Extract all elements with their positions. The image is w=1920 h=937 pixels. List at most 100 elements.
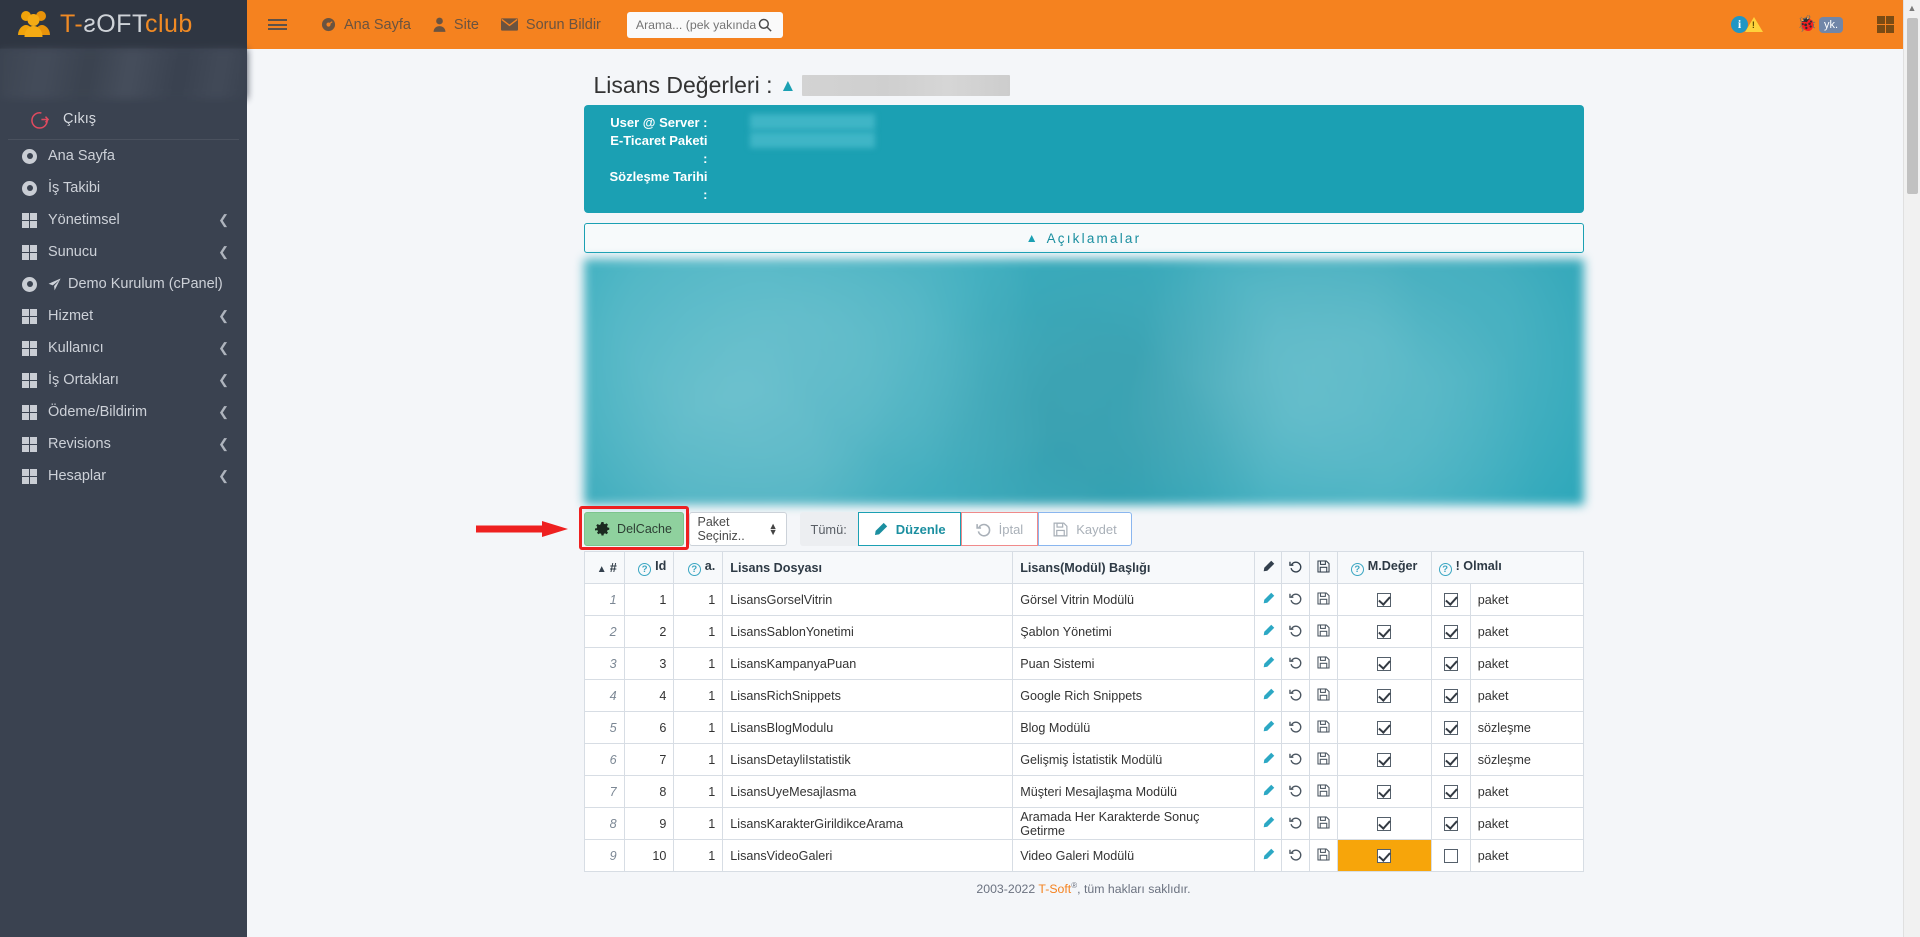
help-icon[interactable]: ? [1350, 563, 1364, 576]
olmali-checkbox[interactable] [1443, 816, 1458, 831]
row-edit-button[interactable] [1253, 743, 1283, 776]
row-save-button[interactable] [1309, 583, 1338, 616]
mdeger-checkbox[interactable] [1377, 784, 1392, 799]
table-row[interactable]: 6 7 1 LisansDetayliIstatistik Gelişmiş İstat… [583, 743, 1584, 776]
row-save-button[interactable] [1309, 775, 1338, 808]
mdeger-checkbox[interactable] [1377, 624, 1392, 639]
top-link-sorun-bildir[interactable]: Sorun Bildir [500, 17, 601, 33]
row-edit-button[interactable] [1253, 807, 1283, 840]
pencil-icon[interactable] [1262, 816, 1275, 832]
sidebar-item-y-netimsel[interactable]: Yönetimsel ❮ [0, 204, 247, 236]
row-undo-button[interactable] [1281, 839, 1311, 872]
olmali-checkbox[interactable] [1443, 784, 1458, 799]
scrollbar-thumb[interactable] [1907, 18, 1918, 194]
row-undo-button[interactable] [1281, 711, 1311, 744]
search-icon[interactable] [758, 18, 772, 32]
table-row[interactable]: 9 10 1 LisansVideoGaleri Video Galeri Modülü… [583, 839, 1584, 872]
cell-olmali-checkbox[interactable] [1430, 839, 1471, 872]
pencil-icon[interactable] [1262, 848, 1275, 864]
search-box[interactable] [626, 11, 783, 38]
th-olmali[interactable]: ?! Olmalı [1430, 551, 1584, 584]
pencil-icon[interactable] [1262, 752, 1275, 768]
cell-mdeger[interactable] [1336, 775, 1432, 808]
table-row[interactable]: 5 6 1 LisansBlogModulu Blog Modülü sözleşme [583, 711, 1584, 744]
apps-group[interactable] [1877, 16, 1894, 33]
table-row[interactable]: 7 8 1 LisansUyeMesajlasma Müşteri Mesajlaşma… [583, 775, 1584, 808]
row-save-button[interactable] [1309, 839, 1338, 872]
floppy-save-icon[interactable] [1317, 815, 1330, 832]
row-save-button[interactable] [1309, 743, 1338, 776]
help-icon[interactable]: ? [638, 563, 652, 576]
undo-icon[interactable] [1289, 625, 1302, 640]
cell-olmali-checkbox[interactable] [1430, 647, 1471, 680]
floppy-save-icon[interactable] [1317, 655, 1330, 672]
cell-mdeger[interactable] [1336, 711, 1432, 744]
search-input[interactable] [633, 16, 758, 33]
cell-mdeger[interactable] [1336, 839, 1432, 872]
chevron-left-icon[interactable]: ❮ [218, 244, 229, 260]
row-edit-button[interactable] [1253, 839, 1283, 872]
help-icon[interactable]: ? [1438, 563, 1452, 576]
row-edit-button[interactable] [1253, 583, 1283, 616]
cell-olmali-checkbox[interactable] [1430, 743, 1471, 776]
undo-icon[interactable] [1289, 721, 1302, 736]
th-id[interactable]: ? Id [623, 551, 675, 584]
floppy-save-icon[interactable] [1317, 719, 1330, 736]
th-undo-icon[interactable] [1281, 551, 1311, 584]
undo-icon[interactable] [1289, 817, 1302, 832]
th-lisans-modul-basligi[interactable]: Lisans(Modül) Başlığı [1012, 551, 1255, 584]
scrollbar-up-arrow[interactable]: ▲ [1904, 0, 1920, 13]
help-icon[interactable]: ? [687, 563, 701, 576]
mdeger-checkbox[interactable] [1377, 720, 1392, 735]
sidebar-item-i-takibi[interactable]: İş Takibi [0, 172, 247, 204]
mdeger-checkbox[interactable] [1377, 848, 1392, 863]
chevron-left-icon[interactable]: ❮ [218, 468, 229, 484]
undo-icon[interactable] [1289, 849, 1302, 864]
undo-icon[interactable] [1289, 593, 1302, 608]
sidebar-item-logout[interactable]: Çıkış [8, 99, 239, 140]
olmali-checkbox[interactable] [1443, 720, 1458, 735]
row-edit-button[interactable] [1253, 775, 1283, 808]
table-row[interactable]: 4 4 1 LisansRichSnippets Google Rich Snippet… [583, 679, 1584, 712]
chevron-left-icon[interactable]: ❮ [218, 212, 229, 228]
row-undo-button[interactable] [1281, 807, 1311, 840]
cell-olmali-checkbox[interactable] [1430, 775, 1471, 808]
pencil-icon[interactable] [1262, 720, 1275, 736]
cell-olmali-checkbox[interactable] [1430, 711, 1471, 744]
paket-select[interactable]: Paket Seçiniz.. ▲ ▼ [688, 512, 787, 546]
floppy-save-icon[interactable] [1317, 783, 1330, 800]
sidebar-item-sunucu[interactable]: Sunucu ❮ [0, 236, 247, 268]
cell-olmali-checkbox[interactable] [1430, 615, 1471, 648]
pencil-icon[interactable] [1262, 592, 1275, 608]
duzenle-button[interactable]: Düzenle [857, 512, 961, 546]
olmali-checkbox[interactable] [1443, 848, 1458, 863]
chevron-left-icon[interactable]: ❮ [218, 340, 229, 356]
table-row[interactable]: 1 1 1 LisansGorselVitrin Görsel Vitrin Modül… [583, 583, 1584, 616]
top-link-site[interactable]: Site [433, 17, 479, 33]
collapse-caret-icon[interactable]: ▲ [779, 77, 796, 94]
page-scrollbar[interactable]: ▲ [1903, 0, 1920, 937]
undo-icon[interactable] [1289, 753, 1302, 768]
chevron-left-icon[interactable]: ❮ [218, 308, 229, 324]
olmali-checkbox[interactable] [1443, 592, 1458, 607]
row-edit-button[interactable] [1253, 615, 1283, 648]
floppy-save-icon[interactable] [1317, 847, 1330, 864]
mdeger-checkbox[interactable] [1377, 816, 1392, 831]
th-edit-icon[interactable] [1253, 551, 1283, 584]
cell-mdeger[interactable] [1336, 679, 1432, 712]
yk-badge[interactable]: yk. [1818, 16, 1843, 33]
notifications-group[interactable]: i [1731, 16, 1764, 33]
bug-report-group[interactable]: 🐞 yk. [1797, 16, 1843, 33]
row-save-button[interactable] [1309, 647, 1338, 680]
row-undo-button[interactable] [1281, 743, 1311, 776]
cell-mdeger[interactable] [1336, 743, 1432, 776]
sort-asc-icon[interactable]: ▲ [597, 564, 607, 575]
undo-icon[interactable] [1289, 689, 1302, 704]
floppy-save-icon[interactable] [1317, 559, 1330, 576]
undo-icon[interactable] [1289, 561, 1302, 576]
row-save-button[interactable] [1309, 807, 1338, 840]
floppy-save-icon[interactable] [1317, 623, 1330, 640]
row-undo-button[interactable] [1281, 775, 1311, 808]
sidebar-item-revisions[interactable]: Revisions ❮ [0, 428, 247, 460]
mdeger-checkbox[interactable] [1377, 592, 1392, 607]
